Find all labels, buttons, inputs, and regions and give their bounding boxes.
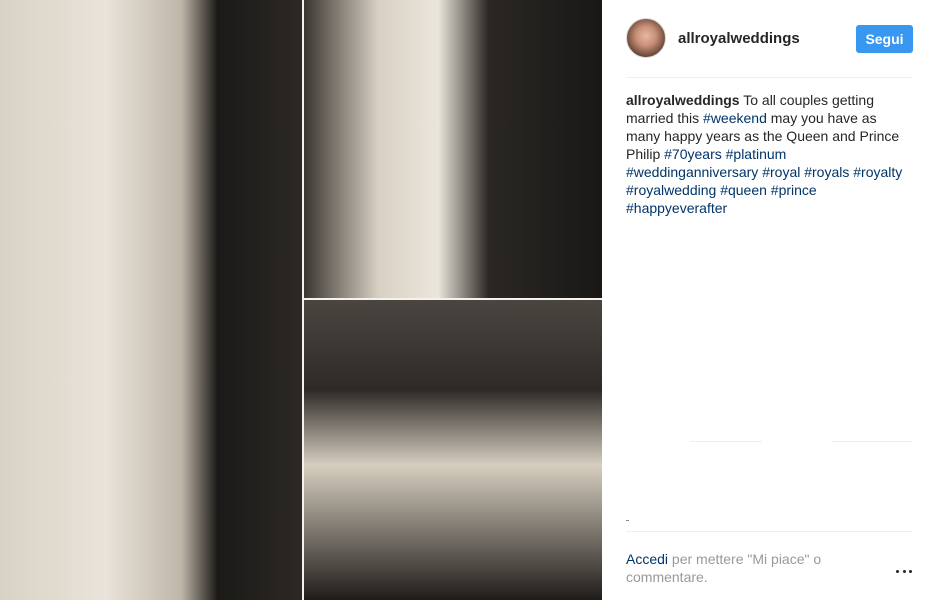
hashtag[interactable]: #royals bbox=[804, 164, 849, 180]
hashtag[interactable]: #royal bbox=[762, 164, 800, 180]
hashtag[interactable]: #queen bbox=[720, 182, 767, 198]
wedding-photo-bottom-right bbox=[304, 300, 602, 600]
hashtag[interactable]: #platinum bbox=[726, 146, 787, 162]
hashtag-weekend[interactable]: #weekend bbox=[703, 110, 767, 126]
more-options-icon[interactable] bbox=[896, 566, 912, 576]
hashtag[interactable]: #happyeverafter bbox=[626, 200, 727, 216]
post-photo[interactable] bbox=[0, 0, 602, 600]
hashtag[interactable]: #prince bbox=[771, 182, 817, 198]
avatar[interactable] bbox=[626, 18, 666, 58]
header-username[interactable]: allroyalweddings bbox=[678, 30, 800, 47]
wedding-photo-top-right bbox=[304, 0, 602, 298]
hashtag[interactable]: #70years bbox=[664, 146, 722, 162]
login-link[interactable]: Accedi bbox=[626, 551, 668, 567]
post-caption: allroyalweddings To all couples getting … bbox=[626, 91, 914, 217]
post-header: allroyalweddings Segui bbox=[626, 0, 913, 78]
divider bbox=[690, 441, 762, 442]
hashtag[interactable]: #royalty bbox=[853, 164, 902, 180]
login-prompt: Accedi per mettere "Mi piace" o commenta… bbox=[626, 550, 866, 586]
post-footer: Accedi per mettere "Mi piace" o commenta… bbox=[626, 531, 912, 586]
collage-divider-vertical bbox=[302, 0, 304, 600]
hashtag[interactable]: #royalwedding bbox=[626, 182, 716, 198]
hashtag[interactable]: #weddinganniversary bbox=[626, 164, 758, 180]
divider bbox=[832, 441, 912, 442]
spacer bbox=[602, 0, 614, 600]
post-sidebar: allroyalweddings Segui allroyalweddings … bbox=[626, 0, 914, 600]
divider bbox=[626, 520, 629, 521]
collage-divider-horizontal bbox=[304, 298, 602, 300]
caption-username[interactable]: allroyalweddings bbox=[626, 92, 740, 108]
wedding-photo-left bbox=[0, 0, 302, 600]
follow-button[interactable]: Segui bbox=[856, 25, 913, 53]
